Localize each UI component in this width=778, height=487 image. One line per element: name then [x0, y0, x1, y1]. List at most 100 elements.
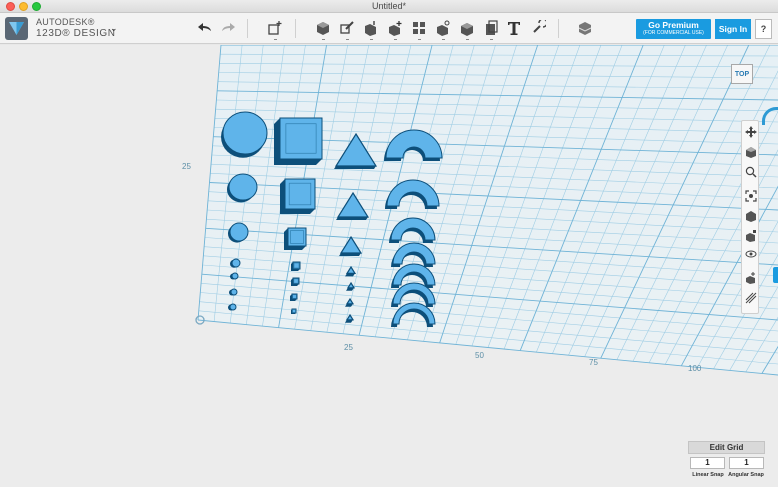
redo-button[interactable] [218, 18, 238, 38]
zoom-icon [745, 166, 757, 178]
text-button[interactable] [504, 18, 524, 38]
pyramid-side[interactable] [339, 253, 361, 256]
undo-icon [198, 23, 211, 31]
axis-label-x50: 50 [475, 351, 484, 360]
construct-button[interactable] [361, 18, 381, 38]
pattern-button[interactable] [409, 18, 429, 38]
sign-in-button[interactable]: Sign In [715, 19, 751, 39]
angular-snap-input[interactable]: 1 [729, 457, 764, 469]
side-panel-tab[interactable] [773, 267, 778, 283]
cylinder-object[interactable] [231, 258, 241, 268]
redo-icon [222, 23, 235, 31]
material-icon [578, 22, 592, 35]
fit-icon [744, 189, 757, 202]
angular-snap-label: Angular Snap [728, 472, 764, 478]
menu-indicator [490, 39, 493, 40]
help-button[interactable]: ? [755, 19, 772, 39]
pattern-icon [413, 22, 425, 34]
modify-icon [389, 21, 402, 36]
main-toolbar: AUTODESK® 123D® DESIGN ⌄ Go Premium (FOR… [0, 13, 778, 44]
menu-indicator [274, 39, 277, 40]
transform-icon [268, 21, 282, 35]
zoom-button[interactable] [744, 165, 757, 178]
axis-label-y25: 25 [182, 162, 191, 171]
undo-button[interactable] [195, 18, 215, 38]
material-button[interactable] [575, 18, 595, 38]
pyramid-side[interactable] [334, 166, 376, 169]
solid-icon [745, 229, 756, 242]
box-object[interactable] [279, 117, 323, 160]
solid-button[interactable] [744, 229, 757, 242]
sketch-icon [340, 21, 354, 34]
app-logo[interactable] [5, 17, 28, 40]
menu-indicator [418, 39, 421, 40]
snap-grid-button[interactable] [744, 291, 757, 304]
cylinder-object[interactable] [230, 288, 238, 296]
brand-company: AUTODESK® [36, 17, 95, 27]
measure-icon [486, 20, 498, 35]
edit-grid-panel: Edit Grid 1 1 Linear Snap Angular Snap [688, 441, 765, 485]
group-button[interactable] [433, 18, 453, 38]
group-icon [437, 20, 450, 36]
show-button[interactable] [744, 271, 757, 284]
pan-icon [744, 125, 757, 138]
cylinder-object[interactable] [228, 173, 258, 201]
construct-icon [365, 21, 376, 36]
edit-grid-button[interactable]: Edit Grid [688, 441, 765, 454]
snap-icon [533, 20, 546, 33]
modify-button[interactable] [385, 18, 405, 38]
window-titlebar: Untitled* [0, 0, 778, 13]
linear-snap-label: Linear Snap [692, 472, 724, 478]
toolbar-divider [247, 19, 248, 38]
text-icon [508, 22, 520, 35]
snap-button[interactable] [528, 18, 548, 38]
combine-icon [461, 23, 473, 36]
menu-indicator [346, 39, 349, 40]
view-cube[interactable]: TOP [727, 60, 757, 90]
cylinder-object[interactable] [231, 272, 239, 280]
toolbar-divider [558, 19, 559, 38]
hide-icon [745, 250, 756, 257]
premium-sublabel: (FOR COMMERCIAL USE) [643, 30, 704, 36]
axis-label-x100: 100 [688, 364, 702, 373]
menu-indicator [370, 39, 373, 40]
show-icon [745, 271, 755, 284]
toolbar-divider [295, 19, 296, 38]
snap-grid-icon [745, 292, 756, 303]
materials-outline-icon [745, 210, 756, 222]
viewport-canvas[interactable]: 25 25 50 75 100 TOP Edit Grid 1 1 Linear… [0, 45, 778, 487]
sketch-button[interactable] [337, 18, 357, 38]
menu-indicator [442, 39, 445, 40]
viewcube-top-face[interactable]: TOP [731, 64, 753, 84]
primitives-button[interactable] [313, 18, 333, 38]
menu-indicator [466, 39, 469, 40]
grid-scene[interactable] [0, 45, 778, 487]
logo-icon [9, 22, 24, 35]
combine-button[interactable] [457, 18, 477, 38]
orbit-icon [745, 146, 756, 158]
go-premium-button[interactable]: Go Premium (FOR COMMERCIAL USE) [636, 19, 711, 39]
fit-button[interactable] [744, 189, 757, 202]
primitives-icon [317, 22, 329, 35]
menu-indicator [394, 39, 397, 40]
hide-button[interactable] [744, 247, 757, 260]
cylinder-object[interactable] [222, 111, 268, 155]
cylinder-object[interactable] [229, 222, 249, 242]
linear-snap-input[interactable]: 1 [690, 457, 725, 469]
pyramid-side[interactable] [336, 217, 368, 220]
orbit-button[interactable] [744, 145, 757, 158]
app-menu-chevron-icon[interactable]: ⌄ [110, 23, 118, 34]
app-window: Untitled* AUTODESK® 123D® DESIGN ⌄ Go Pr… [0, 0, 778, 487]
menu-indicator [322, 39, 325, 40]
cylinder-object[interactable] [229, 303, 237, 311]
premium-label: Go Premium [648, 20, 699, 30]
pan-button[interactable] [744, 125, 757, 138]
window-title: Untitled* [371, 1, 407, 11]
axis-label-x25: 25 [344, 343, 353, 352]
materials-outline-button[interactable] [744, 209, 757, 222]
navigation-panel [741, 120, 759, 314]
measure-button[interactable] [481, 18, 501, 38]
brand-product: 123D® DESIGN [36, 28, 116, 39]
axis-label-x75: 75 [589, 358, 598, 367]
transform-button[interactable] [265, 18, 285, 38]
